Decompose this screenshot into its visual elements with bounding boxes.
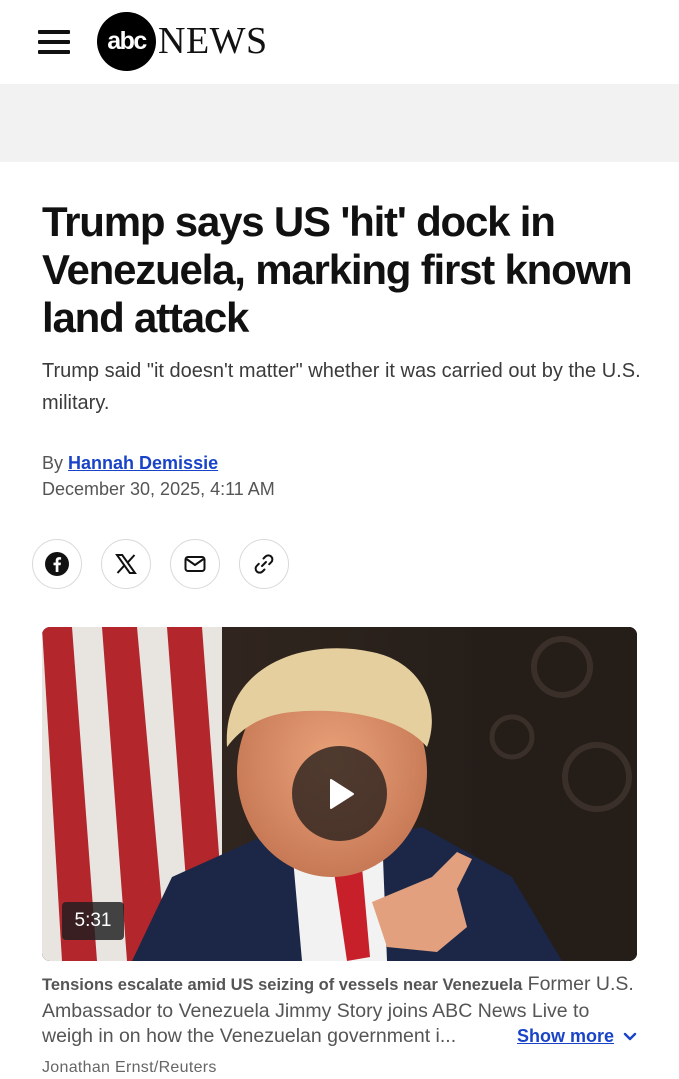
byline: By Hannah Demissie — [42, 453, 218, 474]
abc-news-logo[interactable]: abc NEWS — [97, 11, 268, 71]
video-player[interactable]: 5:31 — [42, 627, 637, 961]
article-subheadline: Trump said "it doesn't matter" whether i… — [42, 360, 641, 414]
x-icon — [115, 554, 137, 574]
play-button[interactable] — [292, 746, 387, 841]
abc-logo-mark: abc — [97, 11, 156, 71]
publish-date: December 30, 2025, 4:11 AM — [42, 479, 275, 499]
news-wordmark: NEWS — [158, 20, 268, 62]
show-more-link[interactable]: Show more — [517, 1026, 640, 1047]
email-icon — [184, 556, 206, 572]
caption-title: Tensions escalate amid US seizing of ves… — [42, 976, 523, 994]
facebook-share-button[interactable] — [32, 539, 82, 589]
site-header: abc NEWS — [0, 0, 679, 84]
ad-placeholder — [0, 84, 679, 162]
chevron-down-icon — [623, 1032, 637, 1040]
link-icon — [254, 554, 274, 574]
email-share-button[interactable] — [170, 539, 220, 589]
hamburger-menu-icon[interactable] — [38, 30, 70, 54]
article-headline: Trump says US 'hit' dock in Venezuela, m… — [42, 198, 633, 341]
author-link[interactable]: Hannah Demissie — [68, 453, 218, 473]
show-more-label: Show more — [517, 1026, 615, 1046]
copy-link-button[interactable] — [239, 539, 289, 589]
photo-credit: Jonathan Ernst/Reuters — [42, 1059, 217, 1076]
play-icon — [329, 778, 354, 809]
byline-prefix: By — [42, 453, 64, 473]
x-share-button[interactable] — [101, 539, 151, 589]
facebook-icon — [45, 552, 69, 576]
video-duration: 5:31 — [62, 902, 124, 940]
